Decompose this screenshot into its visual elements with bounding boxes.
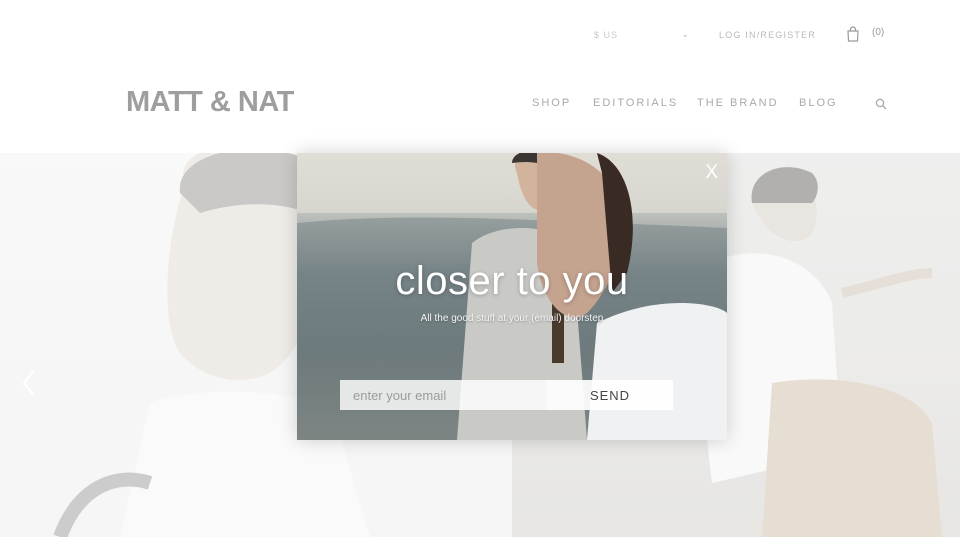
currency-selector[interactable]: $ US ⌄ xyxy=(594,29,690,44)
cart-count[interactable]: (0) xyxy=(872,27,884,38)
chevron-left-icon[interactable] xyxy=(22,368,36,398)
modal-title: closer to you xyxy=(395,259,629,303)
close-icon[interactable]: X xyxy=(705,162,718,184)
brand-logo[interactable]: MATT & NAT xyxy=(126,86,294,119)
search-icon[interactable] xyxy=(874,97,888,111)
currency-label: $ US xyxy=(594,30,619,40)
chevron-down-icon: ⌄ xyxy=(681,29,690,39)
login-register-link[interactable]: LOG IN/REGISTER xyxy=(719,30,816,40)
nav-item-editorials[interactable]: EDITORIALS xyxy=(593,97,678,109)
top-bar: $ US ⌄ LOG IN/REGISTER (0) xyxy=(0,0,960,70)
email-field[interactable] xyxy=(340,380,547,410)
modal-subtitle: All the good stuff at your (email) doors… xyxy=(420,313,604,324)
shopping-bag-icon[interactable] xyxy=(846,26,860,42)
nav-item-blog[interactable]: BLOG xyxy=(799,97,838,109)
send-button[interactable]: SEND xyxy=(547,380,673,410)
nav-item-shop[interactable]: SHOP xyxy=(532,97,571,109)
nav-item-the-brand[interactable]: THE BRAND xyxy=(697,97,779,109)
newsletter-modal: X closer to you All the good stuff at yo… xyxy=(297,153,727,440)
